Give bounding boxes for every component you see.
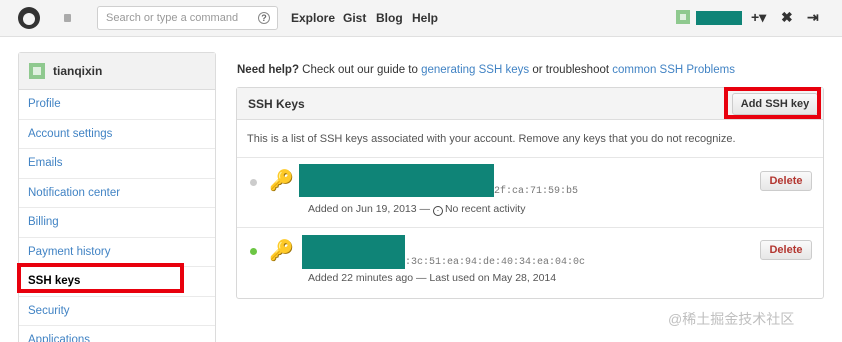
key-fingerprint: 2f:ca:71:59:b5: [494, 186, 579, 197]
sidebar-item-security[interactable]: Security: [19, 297, 215, 326]
link-common-ssh-problems[interactable]: common SSH Problems: [612, 64, 735, 76]
sidebar-item-profile[interactable]: Profile: [19, 90, 215, 120]
key-added: Added on Jun 19, 2013 —: [308, 203, 431, 215]
nav-explore[interactable]: Explore: [291, 11, 335, 25]
logout-icon[interactable]: ⇥: [807, 9, 819, 26]
sidebar-item-notification-center[interactable]: Notification center: [19, 179, 215, 208]
key-usage: No recent activity: [444, 203, 526, 215]
sidebar-username: tianqixin: [53, 64, 103, 78]
ssh-key-row: 🔑 2f:ca:71:59:b5 Added on Jun 19, 2013 —…: [237, 158, 823, 228]
settings-sidebar: tianqixin Profile Account settings Email…: [18, 52, 216, 342]
delete-key-button[interactable]: Delete: [760, 240, 812, 260]
username-redacted[interactable]: [696, 11, 742, 25]
sidebar-item-account-settings[interactable]: Account settings: [19, 120, 215, 149]
sidebar-item-applications[interactable]: Applications: [19, 326, 215, 342]
search-input[interactable]: Search or type a command ?: [97, 6, 278, 30]
key-meta: Added on Jun 19, 2013 — · No recent activ…: [308, 203, 525, 216]
watermark: @稀土掘金技术社区: [668, 311, 795, 327]
key-fingerprint: :3c:51:ea:94:de:40:34:ea:04:0c: [405, 257, 586, 268]
user-avatar[interactable]: [676, 10, 690, 24]
sidebar-item-emails[interactable]: Emails: [19, 149, 215, 179]
link-generating-ssh-keys[interactable]: generating SSH keys: [421, 64, 529, 76]
plus-icon[interactable]: +▾: [751, 9, 766, 26]
help-line: Need help? Check out our guide to genera…: [237, 64, 735, 76]
sidebar-item-billing[interactable]: Billing: [19, 208, 215, 238]
search-help-icon[interactable]: ?: [258, 12, 270, 24]
sidebar-avatar: [29, 63, 45, 79]
help-lead: Need help?: [237, 64, 299, 76]
ssh-key-row: 🔑 :3c:51:ea:94:de:40:34:ea:04:0c Added 2…: [237, 228, 823, 298]
nav-gist[interactable]: Gist: [343, 11, 366, 25]
highlight-ssh-keys: [17, 263, 184, 293]
sidebar-header: tianqixin: [19, 53, 215, 90]
key-icon: 🔑: [269, 240, 294, 262]
tools-icon[interactable]: ✖: [781, 9, 793, 26]
key-added: Added 22 minutes ago — Last used on May …: [308, 272, 557, 284]
key-icon: 🔑: [269, 170, 294, 192]
panel-description: This is a list of SSH keys associated wi…: [237, 120, 823, 158]
key-title-redacted: [299, 164, 494, 197]
repo-icon[interactable]: [64, 14, 71, 22]
delete-key-button[interactable]: Delete: [760, 171, 812, 191]
help-text-1: Check out our guide to: [298, 64, 422, 76]
search-placeholder: Search or type a command: [106, 12, 239, 24]
key-status-dot: [250, 248, 257, 255]
highlight-add-ssh-key: [724, 87, 821, 119]
github-logo-icon[interactable]: [18, 7, 40, 29]
nav-help[interactable]: Help: [412, 11, 438, 25]
panel-title: SSH Keys: [248, 97, 305, 111]
top-header: Search or type a command ? Explore Gist …: [0, 0, 842, 37]
nav-blog[interactable]: Blog: [376, 11, 403, 25]
key-status-dot: [250, 179, 257, 186]
key-title-redacted: [302, 235, 405, 269]
help-text-2: or troubleshoot: [529, 64, 613, 76]
clock-icon: ·: [432, 206, 443, 216]
